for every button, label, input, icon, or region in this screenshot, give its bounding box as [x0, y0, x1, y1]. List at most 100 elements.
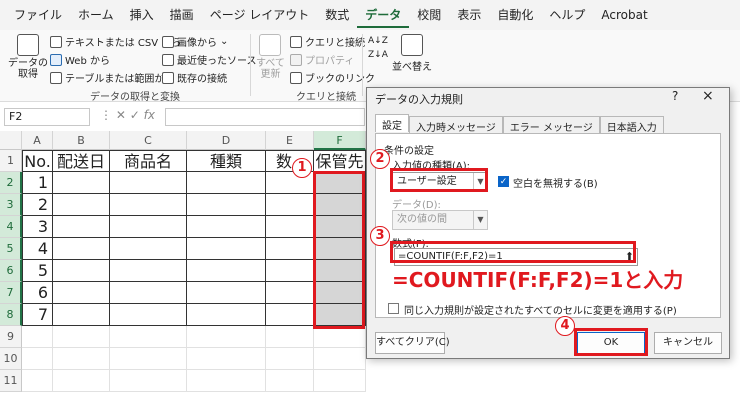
empty-cell[interactable]: [314, 348, 366, 370]
cancel-icon[interactable]: ✕: [116, 108, 126, 122]
table-cell[interactable]: [266, 194, 314, 216]
tab-page-layout[interactable]: ページ レイアウト: [202, 0, 318, 30]
tab-home[interactable]: ホーム: [70, 0, 122, 30]
empty-cell[interactable]: [110, 348, 187, 370]
tab-formulas[interactable]: 数式: [317, 0, 357, 30]
row-header-10[interactable]: 10: [0, 348, 22, 370]
cancel-button[interactable]: キャンセル: [654, 332, 722, 354]
tab-input-message[interactable]: 入力時メッセージ: [409, 116, 503, 134]
ignore-blank-checkbox[interactable]: ✓: [498, 176, 509, 187]
table-cell[interactable]: [187, 282, 266, 304]
empty-cell[interactable]: [53, 370, 110, 392]
storage-cell[interactable]: [314, 194, 366, 216]
table-cell[interactable]: [53, 172, 110, 194]
tab-settings[interactable]: 設定: [375, 114, 409, 132]
table-cell[interactable]: 5: [22, 260, 53, 282]
empty-cell[interactable]: [266, 348, 314, 370]
table-cell[interactable]: [187, 194, 266, 216]
empty-cell[interactable]: [187, 370, 266, 392]
column-header-c[interactable]: C: [110, 131, 187, 150]
empty-cell[interactable]: [266, 326, 314, 348]
empty-cell[interactable]: [22, 326, 53, 348]
row-header-1[interactable]: 1: [0, 150, 22, 172]
tab-review[interactable]: 校閲: [409, 0, 449, 30]
row-header-5[interactable]: 5: [0, 238, 22, 260]
table-cell[interactable]: 4: [22, 238, 53, 260]
header-cell-no[interactable]: No.: [22, 150, 53, 172]
storage-cell[interactable]: [314, 304, 366, 326]
table-cell[interactable]: [187, 260, 266, 282]
existing-connections-button[interactable]: 既存の接続: [162, 70, 227, 85]
table-cell[interactable]: [266, 282, 314, 304]
recent-sources-button[interactable]: 最近使ったソース: [162, 52, 257, 67]
apply-all-checkbox[interactable]: [388, 303, 399, 314]
select-all-corner[interactable]: [0, 131, 22, 150]
empty-cell[interactable]: [187, 348, 266, 370]
column-header-b[interactable]: B: [53, 131, 110, 150]
tab-ime[interactable]: 日本語入力: [599, 116, 664, 134]
allow-select[interactable]: ユーザー設定 ▼: [392, 172, 488, 192]
table-cell[interactable]: [110, 238, 187, 260]
table-cell[interactable]: [266, 304, 314, 326]
table-cell[interactable]: [110, 304, 187, 326]
storage-cell[interactable]: [314, 282, 366, 304]
collapse-dialog-icon[interactable]: ⬆: [625, 249, 634, 265]
table-cell[interactable]: [53, 216, 110, 238]
name-box[interactable]: F2: [4, 108, 90, 126]
table-cell[interactable]: [110, 260, 187, 282]
sort-button[interactable]: 並べ替え: [392, 34, 432, 73]
empty-cell[interactable]: [266, 370, 314, 392]
row-header-11[interactable]: 11: [0, 370, 22, 392]
empty-cell[interactable]: [110, 326, 187, 348]
table-cell[interactable]: [53, 282, 110, 304]
table-cell[interactable]: [187, 216, 266, 238]
row-header-6[interactable]: 6: [0, 260, 22, 282]
table-cell[interactable]: 3: [22, 216, 53, 238]
clear-all-button[interactable]: すべてクリア(C): [375, 332, 450, 354]
tab-view[interactable]: 表示: [449, 0, 489, 30]
empty-cell[interactable]: [187, 326, 266, 348]
empty-cell[interactable]: [53, 326, 110, 348]
tab-error-message[interactable]: エラー メッセージ: [502, 116, 600, 134]
row-header-9[interactable]: 9: [0, 326, 22, 348]
sort-az-buttons[interactable]: A↓Z Z↓A: [368, 36, 388, 60]
tab-draw[interactable]: 描画: [162, 0, 202, 30]
storage-cell[interactable]: [314, 172, 366, 194]
column-header-e[interactable]: E: [266, 131, 314, 150]
enter-icon[interactable]: ✓: [130, 108, 140, 122]
table-cell[interactable]: [110, 216, 187, 238]
get-data-button[interactable]: データの 取得: [8, 34, 48, 80]
header-cell-delivery-date[interactable]: 配送日: [53, 150, 110, 172]
row-header-2[interactable]: 2: [0, 172, 22, 194]
table-cell[interactable]: [266, 238, 314, 260]
table-cell[interactable]: 2: [22, 194, 53, 216]
header-cell-storage[interactable]: 保管先: [314, 150, 366, 172]
close-button[interactable]: ×: [702, 88, 714, 104]
table-cell[interactable]: [110, 194, 187, 216]
column-header-f[interactable]: F: [314, 131, 366, 150]
table-cell[interactable]: [187, 304, 266, 326]
refresh-all-button[interactable]: すべて 更新: [256, 34, 285, 80]
from-table-button[interactable]: テーブルまたは範囲から: [50, 70, 174, 85]
formula-input[interactable]: [165, 108, 365, 126]
tab-data[interactable]: データ: [357, 2, 410, 28]
table-cell[interactable]: [53, 194, 110, 216]
tab-automate[interactable]: 自動化: [489, 0, 541, 30]
row-header-3[interactable]: 3: [0, 194, 22, 216]
column-header-d[interactable]: D: [187, 131, 266, 150]
ok-button[interactable]: OK: [577, 332, 645, 354]
empty-cell[interactable]: [53, 348, 110, 370]
empty-cell[interactable]: [110, 370, 187, 392]
storage-cell[interactable]: [314, 260, 366, 282]
table-cell[interactable]: 7: [22, 304, 53, 326]
help-button[interactable]: ?: [672, 89, 678, 103]
table-cell[interactable]: [110, 282, 187, 304]
empty-cell[interactable]: [22, 370, 53, 392]
table-cell[interactable]: [110, 172, 187, 194]
tab-help[interactable]: ヘルプ: [541, 0, 593, 30]
data-select[interactable]: 次の値の間 ▼: [392, 210, 488, 230]
storage-cell[interactable]: [314, 216, 366, 238]
header-cell-type[interactable]: 種類: [187, 150, 266, 172]
column-header-a[interactable]: A: [22, 131, 53, 150]
storage-cell[interactable]: [314, 238, 366, 260]
